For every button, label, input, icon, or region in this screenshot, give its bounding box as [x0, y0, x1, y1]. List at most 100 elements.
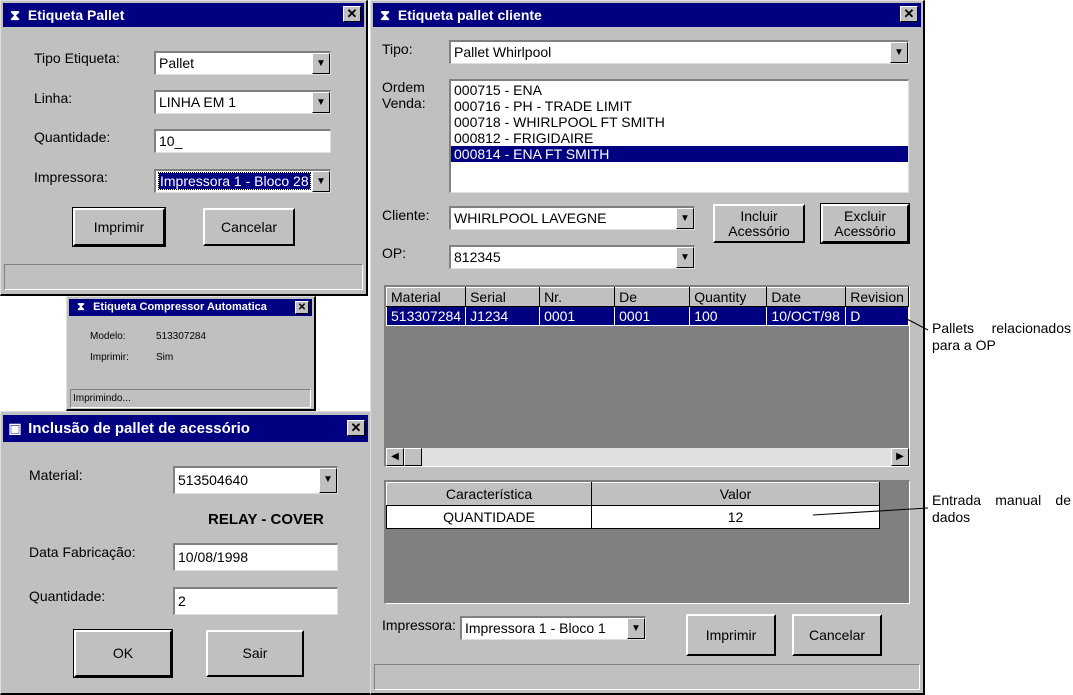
ok-button[interactable]: OK: [73, 629, 173, 678]
column-header[interactable]: Revision: [845, 287, 909, 307]
table-cell[interactable]: 0001: [614, 306, 691, 326]
annotation-line: para a OP: [932, 337, 996, 353]
column-header[interactable]: Característica: [386, 482, 593, 506]
excluir-acessorio-button[interactable]: Excluir Acessório: [820, 203, 910, 244]
imprimir-value: Sim: [156, 352, 174, 363]
app-icon: ⧗: [380, 7, 390, 23]
chevron-down-icon[interactable]: ▼: [312, 92, 330, 113]
tipo-etiqueta-select[interactable]: Pallet ▼: [154, 51, 331, 75]
list-item[interactable]: 000718 - WHIRLPOOL FT SMITH: [451, 114, 908, 130]
pallets-grid[interactable]: Material Serial Nr. De Quantity Date Rev…: [384, 285, 910, 467]
quantidade-value: 10_: [159, 133, 183, 149]
table-cell[interactable]: QUANTIDADE: [386, 505, 593, 529]
impressora-label: Impressora:: [382, 617, 456, 633]
title-bar: ▣ Inclusão de pallet de acessório ✕: [3, 415, 368, 442]
incluir-text: Incluir: [740, 207, 778, 224]
table-row[interactable]: QUANTIDADE 12: [386, 505, 880, 529]
app-icon: ▣: [8, 420, 22, 436]
scroll-right-icon[interactable]: ▶: [891, 448, 909, 466]
scroll-thumb[interactable]: [404, 448, 422, 466]
chevron-down-icon[interactable]: ▼: [319, 468, 337, 493]
annotation-pallets: Pallets relacionados para a OP: [932, 320, 1071, 354]
table-cell[interactable]: J1234: [465, 306, 541, 326]
sair-button-label: Sair: [242, 645, 268, 661]
table-cell[interactable]: 0001: [539, 306, 616, 326]
imprimir-button[interactable]: Imprimir: [72, 207, 166, 247]
sair-button[interactable]: Sair: [206, 630, 304, 677]
table-cell[interactable]: D: [845, 306, 909, 326]
linha-select[interactable]: LINHA EM 1 ▼: [154, 90, 331, 114]
ordem-venda-list[interactable]: 000715 - ENA 000716 - PH - TRADE LIMIT 0…: [449, 79, 909, 193]
data-fabricacao-value: 10/08/1998: [178, 549, 249, 565]
horizontal-scrollbar[interactable]: ◀ ▶: [386, 448, 909, 466]
column-header[interactable]: Date: [766, 287, 847, 307]
data-fabricacao-input[interactable]: 10/08/1998: [173, 543, 338, 571]
incluir-acessorio-button[interactable]: Incluir Acessório: [713, 204, 805, 243]
window-etiqueta-pallet: ⧗ Etiqueta Pallet ✕ Tipo Etiqueta: Palle…: [0, 0, 368, 296]
acessorio-text: Acessório: [728, 222, 790, 239]
close-icon[interactable]: ✕: [347, 420, 365, 436]
status-text: Imprimindo...: [73, 393, 131, 404]
excluir-text: Excluir: [843, 207, 886, 224]
data-fabricacao-label: Data Fabricação:: [29, 544, 136, 560]
imprimir-button-label: Imprimir: [705, 626, 757, 643]
column-header[interactable]: Quantity: [689, 287, 768, 307]
list-item[interactable]: 000715 - ENA: [451, 82, 908, 98]
list-item[interactable]: 000716 - PH - TRADE LIMIT: [451, 98, 908, 114]
table-header: Material Serial Nr. De Quantity Date Rev…: [386, 287, 909, 307]
scroll-left-icon[interactable]: ◀: [386, 448, 404, 466]
cancelar-button[interactable]: Cancelar: [203, 208, 295, 246]
table-row[interactable]: 513307284 J1234 0001 0001 100 10/OCT/98 …: [386, 306, 909, 326]
close-icon[interactable]: ✕: [900, 6, 918, 22]
quantidade-input[interactable]: 2: [173, 587, 338, 615]
status-bar: Imprimindo...: [70, 389, 311, 408]
chevron-down-icon[interactable]: ▼: [676, 208, 694, 229]
column-header[interactable]: De: [614, 287, 691, 307]
imprimir-label: Imprimir:: [90, 352, 129, 363]
table-cell[interactable]: 100: [689, 306, 768, 326]
title-bar: ⧗ Etiqueta Compressor Automatica ✕: [69, 299, 312, 316]
quantidade-label: Quantidade:: [34, 129, 111, 145]
column-header[interactable]: Nr.: [539, 287, 616, 307]
list-item-selected[interactable]: 000814 - ENA FT SMITH: [451, 146, 908, 162]
op-select[interactable]: 812345 ▼: [449, 245, 695, 269]
linha-label: Linha:: [34, 90, 73, 106]
op-value: 812345: [454, 249, 501, 265]
close-icon[interactable]: ✕: [295, 301, 309, 314]
tipo-select[interactable]: Pallet Whirlpool ▼: [449, 40, 909, 64]
impressora-value: Impressora 1 - Bloco 1: [465, 620, 606, 636]
material-description: RELAY - COVER: [208, 511, 324, 528]
tipo-value: Pallet Whirlpool: [454, 44, 552, 60]
cancelar-button[interactable]: Cancelar: [792, 614, 882, 656]
incluir-acessorio-label: Incluir Acessório: [715, 206, 803, 241]
ordem-venda-label: Ordem Venda:: [382, 79, 426, 111]
close-icon[interactable]: ✕: [343, 6, 361, 22]
chevron-down-icon[interactable]: ▼: [312, 171, 330, 192]
material-value: 513504640: [178, 472, 249, 488]
table-cell[interactable]: 513307284: [386, 306, 467, 326]
chevron-down-icon[interactable]: ▼: [312, 53, 330, 74]
column-header[interactable]: Material: [386, 287, 467, 307]
table-cell[interactable]: 10/OCT/98: [766, 306, 847, 326]
window-compressor-automatica: ⧗ Etiqueta Compressor Automatica ✕ Model…: [66, 296, 316, 411]
chevron-down-icon[interactable]: ▼: [890, 42, 908, 63]
list-item[interactable]: 000812 - FRIGIDAIRE: [451, 130, 908, 146]
material-select[interactable]: 513504640 ▼: [173, 466, 338, 494]
imprimir-button-label: Imprimir: [93, 218, 145, 235]
impressora-label: Impressora:: [34, 169, 108, 185]
caracteristicas-grid[interactable]: Característica Valor QUANTIDADE 12: [384, 480, 910, 604]
cancelar-button-label: Cancelar: [808, 626, 866, 643]
table-cell[interactable]: 12: [591, 505, 880, 529]
excluir-acessorio-label: Excluir Acessório: [823, 206, 907, 241]
chevron-down-icon[interactable]: ▼: [676, 247, 694, 268]
quantidade-input[interactable]: 10_: [154, 129, 331, 153]
column-header[interactable]: Valor: [591, 482, 880, 506]
cliente-select[interactable]: WHIRLPOOL LAVEGNE ▼: [449, 206, 695, 230]
chevron-down-icon[interactable]: ▼: [627, 618, 645, 639]
ok-button-label: OK: [112, 645, 134, 661]
imprimir-button[interactable]: Imprimir: [686, 614, 776, 656]
impressora-select[interactable]: Impressora 1 - Bloco 1 ▼: [460, 616, 646, 640]
impressora-select[interactable]: Impressora 1 - Bloco 28 ▼: [154, 169, 331, 193]
ordem-label: Ordem: [382, 79, 425, 95]
column-header[interactable]: Serial: [465, 287, 541, 307]
